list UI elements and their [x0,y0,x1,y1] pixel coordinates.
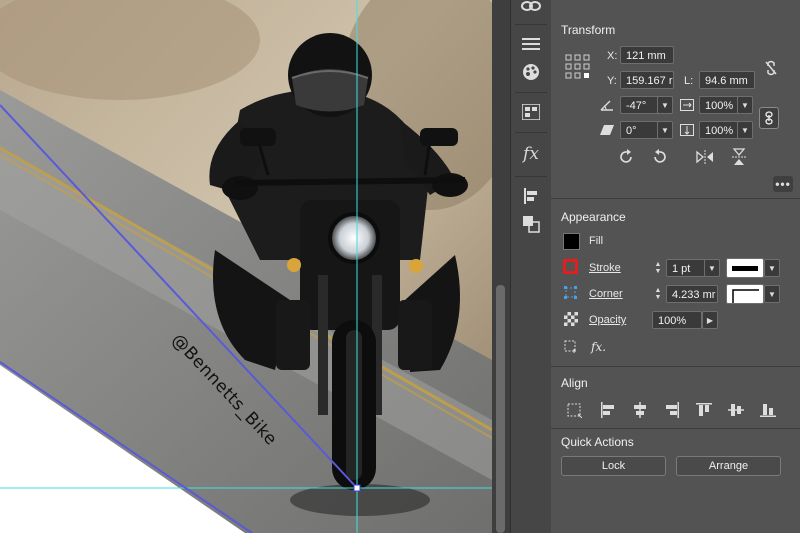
fx-icon[interactable]: fx [519,142,543,166]
align-left-edges-icon[interactable] [597,400,619,420]
document-canvas[interactable]: @Bennetts_Bike [0,0,492,533]
corner-icon [563,285,578,300]
x-position-field[interactable]: 121 mm [620,46,674,64]
scale-height-icon [679,121,695,139]
constrain-unlink-icon[interactable] [761,58,781,78]
align-horizontal-centers-icon[interactable] [629,400,651,420]
align-bottom-edges-icon[interactable] [757,400,779,420]
reference-point-icon[interactable] [563,52,593,82]
panel-dock-strip: fx [510,0,552,533]
stroke-style-preview[interactable] [726,258,764,278]
constrain-link-icon[interactable] [759,107,779,129]
stroke-weight-dropdown[interactable]: ▼ [704,259,720,277]
shear-icon [599,122,615,138]
shear-field[interactable]: 0° [620,121,660,139]
flip-horizontal-icon[interactable] [694,147,716,167]
rotate-field[interactable]: -47° [620,96,660,114]
scale-y-field[interactable]: 100% [699,121,739,139]
links-icon[interactable] [519,0,543,18]
scale-x-dropdown[interactable]: ▼ [737,96,753,114]
fill-swatch[interactable] [563,233,580,250]
lock-button[interactable]: Lock [561,456,666,476]
anchor-point [353,484,361,492]
scrollbar-thumb[interactable] [496,285,505,533]
opacity-checker-icon [563,311,578,326]
arrange-button[interactable]: Arrange [676,456,781,476]
opacity-field[interactable]: 100% [652,311,702,329]
appearance-title: Appearance [561,210,626,224]
align-vertical-centers-icon[interactable] [725,400,747,420]
flip-vertical-icon[interactable] [728,147,750,167]
rotate-clockwise-icon[interactable] [615,147,637,167]
corner-stepper[interactable]: ▲ ▼ [652,285,664,303]
palette-icon[interactable] [519,60,543,84]
shear-dropdown[interactable]: ▼ [657,121,673,139]
align-top-edges-icon[interactable] [693,400,715,420]
scale-width-icon [679,96,695,114]
fill-label: Fill [589,235,604,247]
length-field[interactable]: 94.6 mm [699,71,755,89]
rotate-counterclockwise-icon[interactable] [649,147,671,167]
align-title: Align [561,376,588,390]
corner-style-preview[interactable] [726,284,764,304]
length-label: L: [684,75,694,87]
align-to-selection-icon[interactable] [563,400,585,420]
y-label: Y: [607,75,617,87]
scale-y-dropdown[interactable]: ▼ [737,121,753,139]
x-label: X: [607,50,618,62]
y-position-field[interactable]: 159.167 r [620,71,674,89]
scale-x-field[interactable]: 100% [699,96,739,114]
more-options-icon[interactable]: ••• [773,176,793,192]
canvas-artwork [0,0,492,533]
fx-effects-button[interactable]: fx. [591,340,606,354]
properties-panel: Transform X: 121 mm Y: 159.167 r L: 94.6… [551,0,800,533]
pathfinder-icon[interactable] [519,212,543,236]
corner-style-dropdown[interactable]: ▼ [764,285,780,303]
align-left-icon[interactable] [519,184,543,208]
stroke-weight-stepper[interactable]: ▲ ▼ [652,259,664,277]
rotate-dropdown[interactable]: ▼ [657,96,673,114]
quick-actions-title: Quick Actions [561,435,634,449]
stroke-link[interactable]: Stroke [589,262,621,274]
opacity-link[interactable]: Opacity [589,314,626,326]
opacity-expand-button[interactable]: ▶ [702,311,718,329]
stroke-style-dropdown[interactable]: ▼ [764,259,780,277]
stroke-swatch[interactable] [563,259,578,274]
new-appearance-icon[interactable] [563,339,579,355]
corner-link[interactable]: Corner [589,288,623,300]
swatch-grid-icon[interactable] [519,100,543,124]
corner-radius-field[interactable]: 4.233 mr [666,285,718,303]
transform-title: Transform [561,23,616,37]
rotate-angle-icon [599,97,615,113]
align-right-edges-icon[interactable] [661,400,683,420]
stroke-weight-field[interactable]: 1 pt [666,259,706,277]
hamburger-icon[interactable] [519,32,543,56]
